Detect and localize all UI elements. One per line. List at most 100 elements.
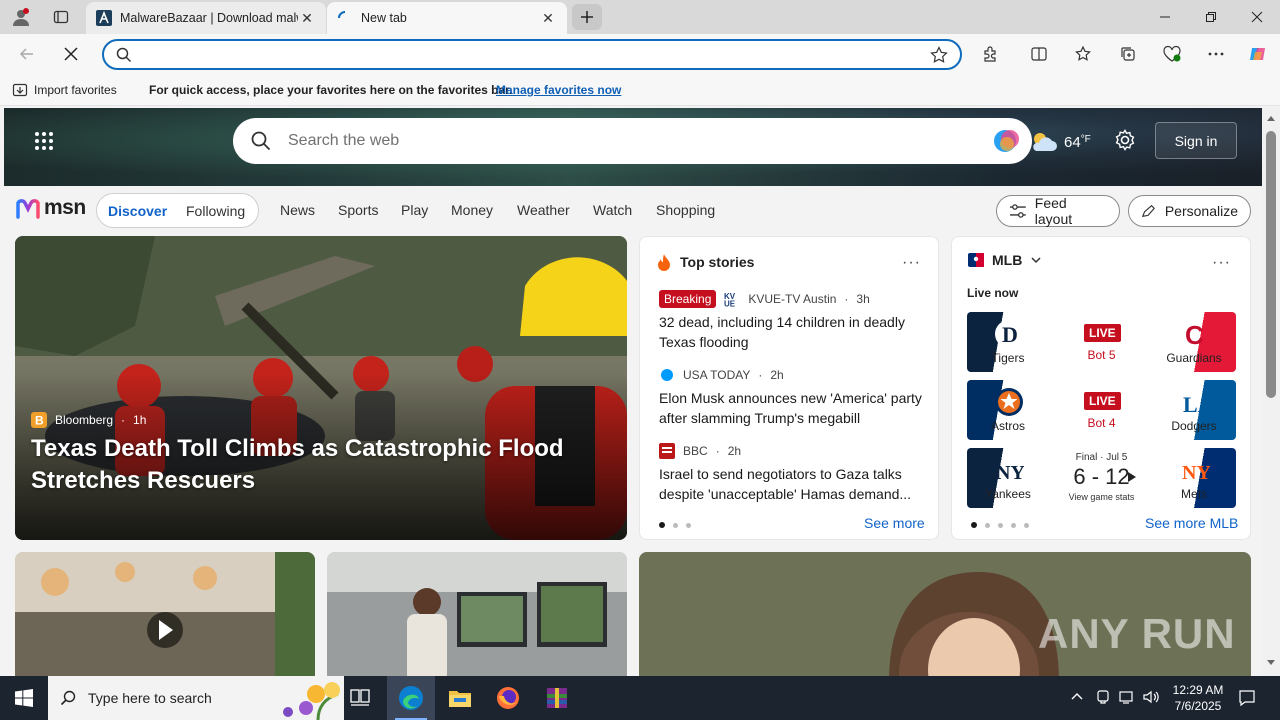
- taskbar-search-box[interactable]: Type here to search: [48, 676, 344, 720]
- more-options-icon[interactable]: ···: [1212, 254, 1231, 272]
- malwarebazaar-favicon-icon: [96, 10, 112, 26]
- msn-nav-row: msn Discover Following News Sports Play …: [0, 187, 1262, 233]
- web-search-box[interactable]: Search the web: [233, 118, 1032, 164]
- separator-dot: ·: [758, 368, 763, 382]
- office-image: [327, 552, 627, 676]
- story-age: 2h: [770, 368, 784, 382]
- nav-sports[interactable]: Sports: [338, 202, 378, 218]
- hero-story-card[interactable]: B Bloomberg · 1h Texas Death Toll Climbs…: [15, 236, 627, 540]
- collections-button[interactable]: [1113, 40, 1143, 68]
- hero-source-name: Bloomberg: [55, 413, 114, 427]
- stop-loading-button[interactable]: [56, 40, 86, 68]
- tray-device-icon[interactable]: [1095, 689, 1111, 705]
- story-item[interactable]: BBC · 2h Israel to send negotiators to G…: [659, 441, 927, 504]
- tab-title: MalwareBazaar | Download malware samples: [120, 11, 298, 25]
- extensions-button[interactable]: [976, 40, 1006, 68]
- volume-icon[interactable]: [1142, 689, 1160, 705]
- task-view-icon: [350, 689, 370, 706]
- close-tab-icon[interactable]: ✕: [298, 9, 316, 27]
- discover-following-toggle: Discover Following: [96, 193, 259, 228]
- chevron-up-icon: [1071, 693, 1083, 700]
- feed-layout-button[interactable]: Feed layout: [996, 195, 1120, 227]
- see-more-mlb-link[interactable]: See more MLB: [1145, 515, 1238, 531]
- tab-malwarebazaar[interactable]: MalwareBazaar | Download malware samples…: [86, 2, 326, 34]
- edge-icon: [399, 686, 423, 710]
- taskbar-edge[interactable]: [387, 676, 435, 720]
- start-button[interactable]: [0, 676, 48, 720]
- kvue-logo-icon: KVUE: [724, 291, 741, 307]
- story-item[interactable]: Breaking KV UE KVUE-TV Austin · 3h 32 dea…: [659, 289, 927, 352]
- copilot-search-icon[interactable]: [991, 126, 1023, 156]
- story-age: 2h: [727, 444, 742, 458]
- tab-actions-icon[interactable]: [48, 5, 74, 29]
- story-title: Elon Musk announces new 'America' party …: [659, 390, 922, 426]
- tab-discover[interactable]: Discover: [108, 203, 167, 219]
- vertical-scrollbar[interactable]: [1262, 107, 1280, 676]
- new-tab-button[interactable]: [572, 4, 602, 30]
- taskbar-firefox[interactable]: [484, 676, 532, 720]
- task-view-button[interactable]: [336, 676, 384, 720]
- weather-widget[interactable]: 64 °F: [1030, 131, 1091, 153]
- favorites-button[interactable]: [1068, 40, 1098, 68]
- personalize-button[interactable]: Personalize: [1128, 195, 1251, 227]
- page-settings-gear-icon[interactable]: [1114, 129, 1136, 151]
- game-astros-dodgers[interactable]: Astros LIVE Bot 4 LA Dodgers: [967, 380, 1236, 440]
- story-item[interactable]: USA TODAY · 2h Elon Musk announces new '…: [659, 365, 927, 428]
- import-favorites-button[interactable]: Import favorites: [12, 82, 117, 98]
- nav-money[interactable]: Money: [451, 202, 493, 218]
- see-more-link[interactable]: See more: [864, 515, 925, 531]
- favorites-star-icon: [1075, 45, 1091, 61]
- loading-spinner-icon: [337, 10, 353, 26]
- hero-headline[interactable]: Texas Death Toll Climbs as Catastrophic …: [31, 433, 591, 497]
- taskbar-file-explorer[interactable]: [436, 676, 484, 720]
- video-story-card[interactable]: [15, 552, 315, 676]
- mlb-title: MLB: [992, 252, 1023, 268]
- restore-button[interactable]: [1188, 0, 1234, 34]
- tab-following[interactable]: Following: [186, 203, 245, 219]
- back-button[interactable]: [12, 40, 42, 68]
- show-hidden-icons-button[interactable]: [1070, 689, 1084, 703]
- mlb-header[interactable]: MLB: [968, 252, 1042, 268]
- hero-story-source: B Bloomberg · 1h: [31, 412, 146, 428]
- nav-weather[interactable]: Weather: [517, 202, 570, 218]
- more-options-icon[interactable]: ···: [902, 254, 921, 272]
- nav-news[interactable]: News: [280, 202, 315, 218]
- address-bar[interactable]: [102, 39, 962, 70]
- anyrun-watermark: ANY RUN: [1038, 610, 1236, 657]
- carousel-pager[interactable]: [659, 522, 691, 528]
- office-story-card[interactable]: [327, 552, 627, 676]
- firefox-icon: [497, 687, 519, 709]
- profile-icon[interactable]: [8, 5, 34, 29]
- sign-in-button[interactable]: Sign in: [1155, 122, 1237, 159]
- search-icon: [251, 131, 271, 151]
- search-highlight-flowers-icon: [283, 682, 340, 720]
- network-icon[interactable]: [1118, 689, 1134, 705]
- tab-new-tab[interactable]: New tab ✕: [327, 2, 567, 34]
- top-stories-header[interactable]: Top stories: [656, 253, 754, 271]
- taskbar-winrar[interactable]: [533, 676, 581, 720]
- scrollbar-thumb[interactable]: [1266, 131, 1276, 398]
- nav-watch[interactable]: Watch: [593, 202, 632, 218]
- apps-launcher-icon[interactable]: [34, 131, 54, 151]
- system-clock[interactable]: 12:29 AM 7/6/2025: [1168, 682, 1228, 714]
- browser-essentials-button[interactable]: [1157, 40, 1187, 68]
- carousel-pager[interactable]: [971, 522, 1029, 528]
- msn-logo[interactable]: msn: [16, 196, 86, 220]
- game-tigers-guardians[interactable]: D Tigers LIVE Bot 5 C Guardians: [967, 312, 1236, 372]
- copilot-button[interactable]: [1243, 40, 1273, 68]
- story-source: BBC: [683, 444, 708, 458]
- favorite-star-icon[interactable]: [930, 46, 948, 64]
- notifications-icon[interactable]: [1238, 689, 1256, 707]
- split-screen-button[interactable]: [1024, 40, 1054, 68]
- game-yankees-mets[interactable]: NY Yankees Final · Jul 5 6 - 12 View gam…: [967, 448, 1236, 508]
- chevron-down-icon: [1031, 257, 1041, 264]
- minimize-button[interactable]: [1142, 0, 1188, 34]
- close-window-button[interactable]: [1234, 0, 1280, 34]
- nav-shopping[interactable]: Shopping: [656, 202, 715, 218]
- close-tab-icon[interactable]: ✕: [539, 9, 557, 27]
- nav-play[interactable]: Play: [401, 202, 428, 218]
- manage-favorites-link[interactable]: Manage favorites now: [496, 83, 621, 97]
- address-toolbar: [0, 34, 1280, 74]
- away-team: Guardians: [1166, 351, 1222, 365]
- settings-more-button[interactable]: [1201, 40, 1231, 68]
